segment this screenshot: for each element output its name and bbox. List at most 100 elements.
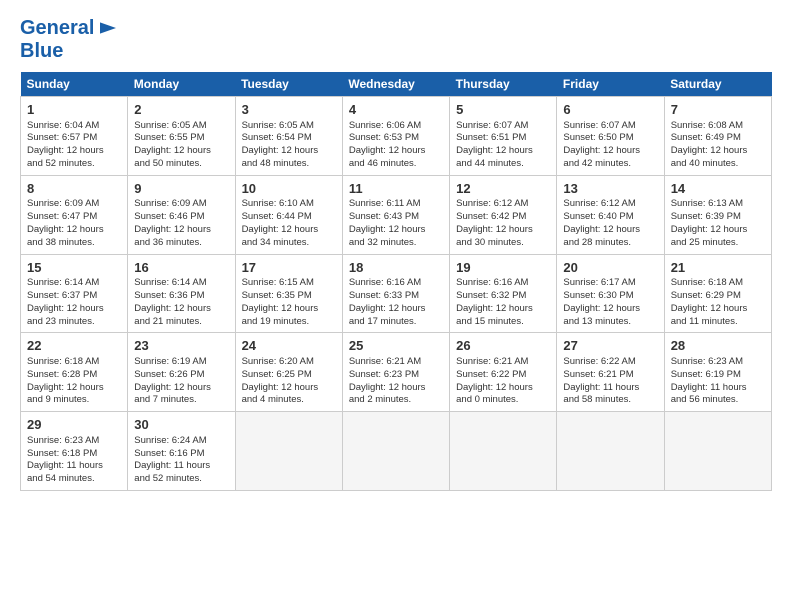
day-cell: 29Sunrise: 6:23 AM Sunset: 6:18 PMDayligh…	[21, 412, 128, 491]
day-cell: 4Sunrise: 6:06 AMSunset: 6:53 PMDaylight…	[342, 97, 449, 176]
sunrise: Sunrise: 6:12 AM	[456, 198, 528, 209]
day-cell: 8Sunrise: 6:09 AMSunset: 6:47 PMDaylight…	[21, 175, 128, 254]
daylight: Daylight: 11 hours and 52 minutes.	[134, 460, 210, 484]
daylight: Daylight: 12 hours and 44 minutes.	[456, 145, 533, 169]
sunset: Sunset: 6:40 PM	[563, 211, 633, 222]
sunrise: Sunrise: 6:16 AM	[456, 277, 528, 288]
day-cell: 1Sunrise: 6:04 AMSunset: 6:57 PMDaylight…	[21, 97, 128, 176]
day-number: 26	[456, 337, 550, 355]
day-number: 11	[349, 180, 443, 198]
day-number: 29	[27, 416, 121, 434]
sunset: Sunset: 6:28 PM	[27, 369, 97, 380]
sunrise: Sunrise: 6:22 AM	[563, 356, 635, 367]
day-cell: 17Sunrise: 6:15 AMSunset: 6:35 PMDayligh…	[235, 254, 342, 333]
day-cell	[342, 412, 449, 491]
sunset: Sunset: 6:42 PM	[456, 211, 526, 222]
sunrise: Sunrise: 6:06 AM	[349, 120, 421, 131]
day-number: 9	[134, 180, 228, 198]
day-cell: 10Sunrise: 6:10 AMSunset: 6:44 PMDayligh…	[235, 175, 342, 254]
daylight: Daylight: 12 hours and 23 minutes.	[27, 303, 104, 327]
sunrise: Sunrise: 6:21 AM	[349, 356, 421, 367]
day-cell: 7Sunrise: 6:08 AMSunset: 6:49 PMDaylight…	[664, 97, 771, 176]
day-number: 12	[456, 180, 550, 198]
daylight: Daylight: 12 hours and 7 minutes.	[134, 382, 211, 406]
col-header-friday: Friday	[557, 72, 664, 97]
sunset: Sunset: 6:51 PM	[456, 132, 526, 143]
sunset: Sunset: 6:50 PM	[563, 132, 633, 143]
sunset: Sunset: 6:29 PM	[671, 290, 741, 301]
col-header-saturday: Saturday	[664, 72, 771, 97]
daylight: Daylight: 11 hours and 58 minutes.	[563, 382, 639, 406]
sunrise: Sunrise: 6:13 AM	[671, 198, 743, 209]
day-number: 27	[563, 337, 657, 355]
day-number: 30	[134, 416, 228, 434]
day-cell: 30Sunrise: 6:24 AMSunset: 6:16 PMDayligh…	[128, 412, 235, 491]
header-row: SundayMondayTuesdayWednesdayThursdayFrid…	[21, 72, 772, 97]
day-number: 2	[134, 101, 228, 119]
daylight: Daylight: 12 hours and 25 minutes.	[671, 224, 748, 248]
col-header-tuesday: Tuesday	[235, 72, 342, 97]
daylight: Daylight: 12 hours and 13 minutes.	[563, 303, 640, 327]
daylight: Daylight: 12 hours and 40 minutes.	[671, 145, 748, 169]
day-cell	[557, 412, 664, 491]
day-number: 8	[27, 180, 121, 198]
col-header-sunday: Sunday	[21, 72, 128, 97]
day-cell: 26Sunrise: 6:21 AMSunset: 6:22 PMDayligh…	[450, 333, 557, 412]
sunset: Sunset: 6:36 PM	[134, 290, 204, 301]
sunset: Sunset: 6:26 PM	[134, 369, 204, 380]
sunrise: Sunrise: 6:15 AM	[242, 277, 314, 288]
week-row-5: 29Sunrise: 6:23 AMSunset: 6:18 PMDayligh…	[21, 412, 772, 491]
sunset: Sunset: 6:55 PM	[134, 132, 204, 143]
sunset: Sunset: 6:43 PM	[349, 211, 419, 222]
col-header-wednesday: Wednesday	[342, 72, 449, 97]
day-cell: 23Sunrise: 6:19 AMSunset: 6:26 PMDayligh…	[128, 333, 235, 412]
week-row-3: 15Sunrise: 6:14 AMSunset: 6:37 PMDayligh…	[21, 254, 772, 333]
daylight: Daylight: 12 hours and 36 minutes.	[134, 224, 211, 248]
sunset: Sunset: 6:47 PM	[27, 211, 97, 222]
sunrise: Sunrise: 6:04 AM	[27, 120, 99, 131]
week-row-1: 1Sunrise: 6:04 AMSunset: 6:57 PMDaylight…	[21, 97, 772, 176]
sunset: Sunset: 6:18 PM	[27, 448, 97, 459]
sunset: Sunset: 6:39 PM	[671, 211, 741, 222]
day-cell	[450, 412, 557, 491]
daylight: Daylight: 11 hours and 54 minutes.	[27, 460, 103, 484]
day-cell: 22Sunrise: 6:18 AMSunset: 6:28 PMDayligh…	[21, 333, 128, 412]
day-cell: 5Sunrise: 6:07 AMSunset: 6:51 PMDaylight…	[450, 97, 557, 176]
day-number: 19	[456, 259, 550, 277]
sunrise: Sunrise: 6:05 AM	[134, 120, 206, 131]
day-number: 3	[242, 101, 336, 119]
day-cell: 12Sunrise: 6:12 AMSunset: 6:42 PMDayligh…	[450, 175, 557, 254]
day-number: 15	[27, 259, 121, 277]
daylight: Daylight: 12 hours and 2 minutes.	[349, 382, 426, 406]
sunset: Sunset: 6:30 PM	[563, 290, 633, 301]
day-number: 6	[563, 101, 657, 119]
logo-icon	[96, 16, 120, 40]
day-cell: 3Sunrise: 6:05 AMSunset: 6:54 PMDaylight…	[235, 97, 342, 176]
week-row-4: 22Sunrise: 6:18 AMSunset: 6:28 PMDayligh…	[21, 333, 772, 412]
daylight: Daylight: 12 hours and 0 minutes.	[456, 382, 533, 406]
day-cell	[235, 412, 342, 491]
sunrise: Sunrise: 6:07 AM	[563, 120, 635, 131]
sunrise: Sunrise: 6:23 AM	[27, 435, 99, 446]
page: General Blue SundayMondayTuesdayWednesda…	[0, 0, 792, 501]
day-cell: 16Sunrise: 6:14 AMSunset: 6:36 PMDayligh…	[128, 254, 235, 333]
day-cell: 19Sunrise: 6:16 AM Sunset: 6:32 PM Dayligh…	[450, 254, 557, 333]
day-cell: 15Sunrise: 6:14 AMSunset: 6:37 PMDayligh…	[21, 254, 128, 333]
day-number: 10	[242, 180, 336, 198]
daylight: Daylight: 12 hours and 15 minutes.	[456, 303, 533, 327]
daylight: Daylight: 12 hours and 11 minutes.	[671, 303, 748, 327]
day-cell: 11Sunrise: 6:11 AMSunset: 6:43 PMDayligh…	[342, 175, 449, 254]
day-number: 24	[242, 337, 336, 355]
daylight: Daylight: 12 hours and 42 minutes.	[563, 145, 640, 169]
day-cell: 9Sunrise: 6:09 AMSunset: 6:46 PMDaylight…	[128, 175, 235, 254]
day-number: 5	[456, 101, 550, 119]
sunset: Sunset: 6:54 PM	[242, 132, 312, 143]
sunset: Sunset: 6:32 PM	[456, 290, 526, 301]
day-number: 20	[563, 259, 657, 277]
day-cell: 20Sunrise: 6:17 AMSunset: 6:30 PMDayligh…	[557, 254, 664, 333]
daylight: Daylight: 12 hours and 50 minutes.	[134, 145, 211, 169]
sunset: Sunset: 6:25 PM	[242, 369, 312, 380]
daylight: Daylight: 12 hours and 4 minutes.	[242, 382, 319, 406]
day-number: 16	[134, 259, 228, 277]
daylight: Daylight: 11 hours and 56 minutes.	[671, 382, 747, 406]
